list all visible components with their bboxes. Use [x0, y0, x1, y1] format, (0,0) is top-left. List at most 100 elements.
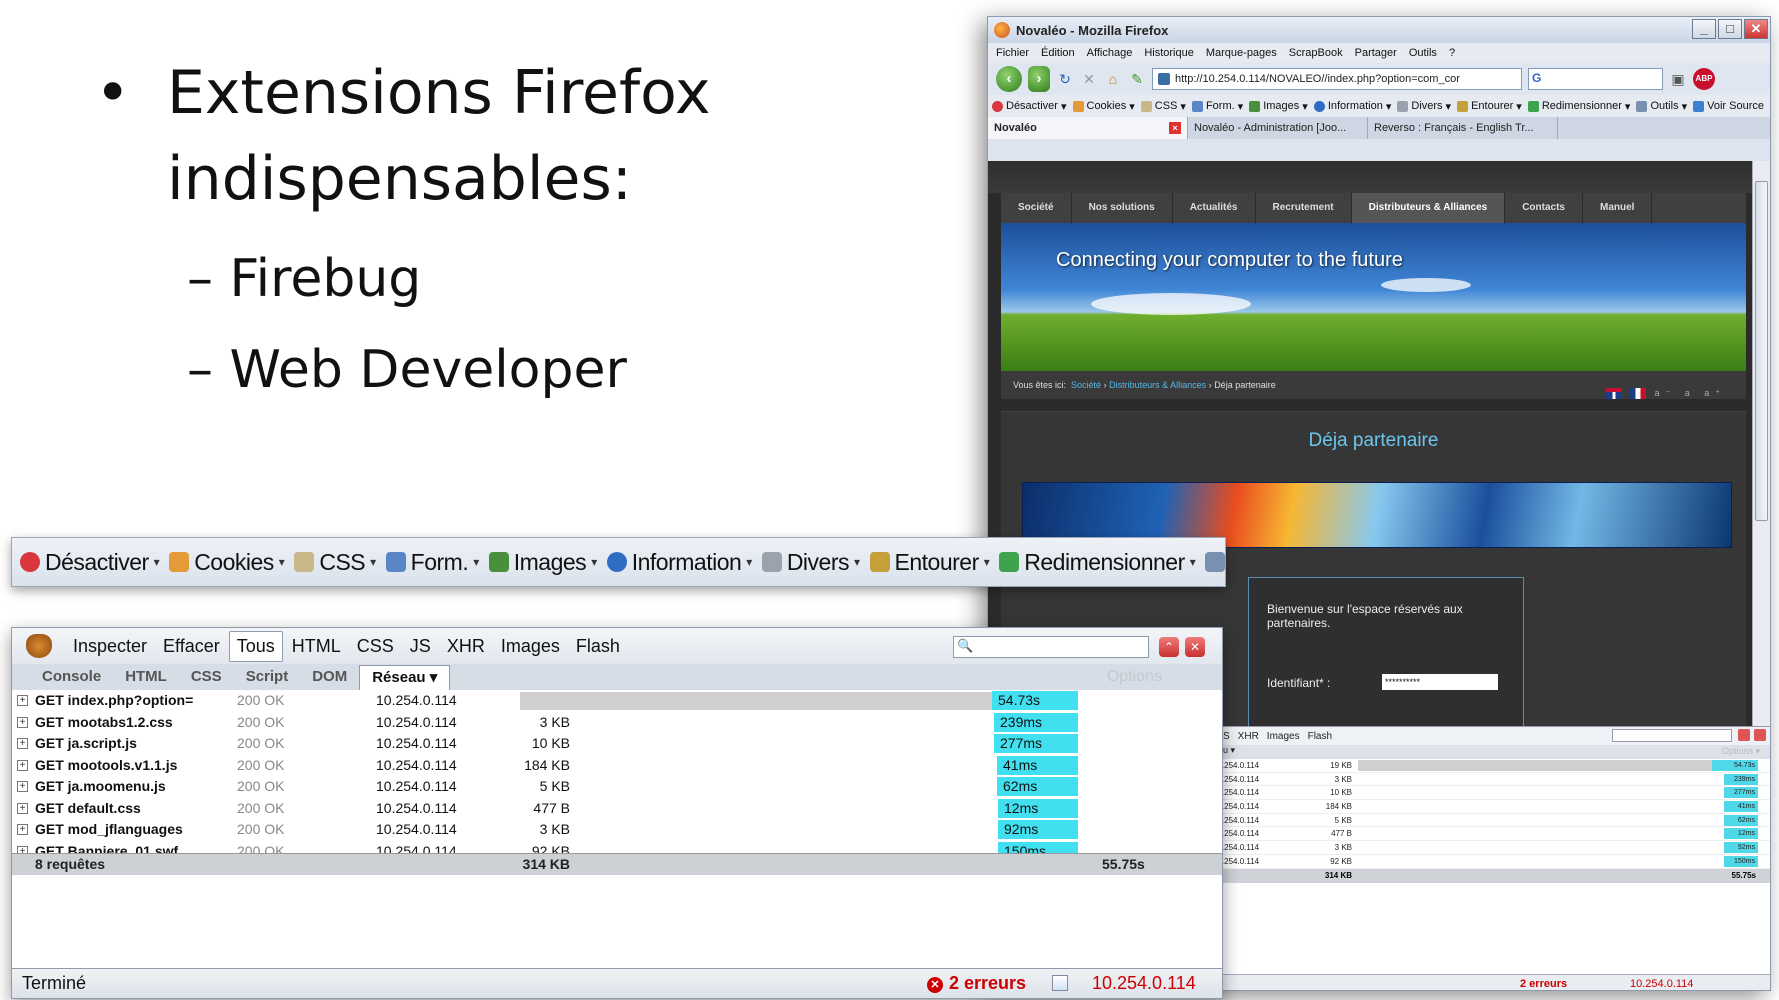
wdz-item-images[interactable]: Images ▾ — [488, 549, 597, 576]
wd-outline[interactable]: Entourer ▾ — [1457, 100, 1522, 113]
search-bar[interactable]: G — [1528, 68, 1663, 90]
expand-icon[interactable]: + — [17, 759, 28, 771]
leaf-icon[interactable]: ✎ — [1128, 70, 1146, 88]
wd-css[interactable]: CSS ▾ — [1140, 100, 1186, 113]
identifier-input[interactable]: ********** — [1382, 674, 1498, 690]
forward-button[interactable]: › — [1028, 66, 1050, 92]
network-row[interactable]: 10.254.0.114 3 KB 92ms — [1210, 841, 1770, 855]
clear-button[interactable]: Effacer — [156, 632, 227, 661]
filter-images[interactable]: Images — [1267, 731, 1300, 742]
wdz-item-resize[interactable]: Redimensionner ▾ — [999, 549, 1196, 576]
menu-fichier[interactable]: Fichier — [996, 47, 1029, 59]
nav-recrutement[interactable]: Recrutement — [1256, 193, 1352, 223]
tab-css[interactable]: CSS — [179, 664, 234, 690]
network-row[interactable]: 10.254.0.114 3 KB 239ms — [1210, 773, 1770, 787]
firebug-small-minimize-icon[interactable] — [1738, 729, 1750, 741]
filter-images[interactable]: Images — [494, 632, 567, 661]
network-row[interactable]: + GET mootools.v1.1.js 200 OK 10.254.0.114 1… — [12, 755, 1222, 777]
breadcrumb-distributeurs[interactable]: Distributeurs & Alliances — [1109, 380, 1206, 390]
reload-icon[interactable]: ↻ — [1056, 70, 1074, 88]
network-row[interactable]: 10.254.0.114 5 KB 62ms — [1210, 814, 1770, 828]
font-size-controls[interactable]: a⁻ a a⁺ — [1654, 379, 1726, 407]
wdz-item-disable[interactable]: Désactiver ▾ — [20, 549, 160, 576]
adblock-icon[interactable]: ABP — [1693, 68, 1715, 90]
nav-manuel[interactable]: Manuel — [1583, 193, 1653, 223]
wd-disable[interactable]: Désactiver ▾ — [992, 100, 1067, 113]
firebug-search-input[interactable] — [953, 636, 1149, 658]
network-row[interactable]: + GET default.css 200 OK 10.254.0.114 477 B 1… — [12, 798, 1222, 820]
firebug-icon[interactable] — [26, 634, 52, 658]
filter-css[interactable]: CSS — [350, 632, 401, 661]
wdz-item-misc[interactable]: Divers ▾ — [761, 549, 860, 576]
screen-icon[interactable]: ▣ — [1669, 70, 1687, 88]
home-icon[interactable]: ⌂ — [1104, 70, 1122, 88]
filter-flash[interactable]: Flash — [569, 632, 627, 661]
url-bar[interactable]: http://10.254.0.114/NOVALEO//index.php?o… — [1152, 68, 1522, 90]
scrollbar-thumb[interactable] — [1755, 181, 1768, 521]
tab-network[interactable]: Réseau ▾ — [359, 664, 451, 690]
breadcrumb-societe[interactable]: Société — [1071, 380, 1101, 390]
wd-resize[interactable]: Redimensionner ▾ — [1527, 100, 1630, 113]
wdz-item-css[interactable]: CSS ▾ — [294, 549, 376, 576]
english-flag-icon[interactable] — [1606, 387, 1623, 399]
wdz-item-outline[interactable]: Entourer ▾ — [869, 549, 990, 576]
network-row[interactable]: + GET mod_jflanguages 200 OK 10.254.0.114 3 … — [12, 819, 1222, 841]
expand-icon[interactable]: + — [17, 738, 28, 749]
tab-html[interactable]: HTML — [113, 664, 179, 690]
wd-information[interactable]: Information ▾ — [1313, 100, 1391, 113]
filter-xhr[interactable]: XHR — [440, 632, 492, 661]
close-button[interactable]: ✕ — [1744, 19, 1768, 39]
menu-help[interactable]: ? — [1449, 47, 1455, 59]
expand-icon[interactable]: + — [17, 802, 28, 814]
filter-xhr[interactable]: XHR — [1238, 731, 1259, 742]
nav-societe[interactable]: Société — [1001, 193, 1072, 223]
network-row[interactable]: 10.254.0.114 184 KB 41ms — [1210, 800, 1770, 814]
network-row[interactable]: + GET mootabs1.2.css 200 OK 10.254.0.114 3 K… — [12, 712, 1222, 734]
tab-novaleo-admin[interactable]: Novaléo - Administration [Joo... — [1188, 117, 1368, 139]
page-scrollbar[interactable] — [1752, 161, 1770, 736]
network-row[interactable]: 10.254.0.114 10 KB 277ms — [1210, 786, 1770, 801]
wd-tools[interactable]: Outils ▾ — [1636, 100, 1687, 113]
tab-dom[interactable]: DOM — [300, 664, 359, 690]
back-button[interactable]: ‹ — [996, 66, 1022, 92]
tab-console[interactable]: Console — [30, 664, 113, 690]
filter-html[interactable]: HTML — [285, 632, 348, 661]
firebug-minimize-icon[interactable]: ⌃ — [1159, 637, 1179, 657]
network-icon[interactable] — [1052, 975, 1068, 991]
menu-outils[interactable]: Outils — [1409, 47, 1437, 59]
nav-solutions[interactable]: Nos solutions — [1072, 193, 1173, 223]
expand-icon[interactable]: + — [17, 716, 28, 728]
menu-scrapbook[interactable]: ScrapBook — [1289, 47, 1343, 59]
wdz-item-form[interactable]: Form. ▾ — [385, 549, 479, 576]
filter-all[interactable]: Tous — [228, 630, 283, 662]
filter-flash[interactable]: Flash — [1308, 731, 1332, 742]
inspect-button[interactable]: Inspecter — [66, 632, 154, 661]
tab-close-icon[interactable]: × — [1169, 122, 1181, 134]
firebug-close-icon[interactable]: ✕ — [1185, 637, 1205, 657]
maximize-button[interactable]: □ — [1718, 19, 1742, 39]
tab-reverso[interactable]: Reverso : Français - English Tr... — [1368, 117, 1558, 139]
firebug-small-close-icon[interactable] — [1754, 729, 1766, 741]
network-row[interactable]: 10.254.0.114 477 B 12ms — [1210, 827, 1770, 842]
menu-partager[interactable]: Partager — [1355, 47, 1397, 59]
minimize-button[interactable]: _ — [1692, 19, 1716, 39]
nav-actualites[interactable]: Actualités — [1173, 193, 1256, 223]
network-row[interactable]: 10.254.0.114 92 KB 150ms — [1210, 855, 1770, 869]
wd-view-source[interactable]: Voir Source — [1693, 100, 1764, 112]
options-menu[interactable]: Options ▾ — [1722, 746, 1760, 757]
expand-icon[interactable]: + — [17, 781, 28, 792]
menu-historique[interactable]: Historique — [1144, 47, 1194, 59]
network-row[interactable]: 10.254.0.114 19 KB 54.73s — [1210, 759, 1770, 773]
tab-script[interactable]: Script — [234, 664, 301, 690]
french-flag-icon[interactable] — [1630, 387, 1647, 399]
wd-form[interactable]: Form. ▾ — [1191, 100, 1243, 113]
wdz-item-information[interactable]: Information ▾ — [606, 549, 752, 576]
network-row[interactable]: + GET index.php?option= 200 OK 10.254.0.114… — [12, 690, 1222, 712]
network-row[interactable]: + GET ja.script.js 200 OK 10.254.0.114 10 KB… — [12, 733, 1222, 755]
error-count[interactable]: 2 erreurs — [1520, 978, 1567, 990]
network-row[interactable]: + GET ja.moomenu.js 200 OK 10.254.0.114 5 KB… — [12, 776, 1222, 798]
menu-affichage[interactable]: Affichage — [1087, 47, 1133, 59]
nav-contacts[interactable]: Contacts — [1505, 193, 1583, 223]
error-count[interactable]: ✕ 2 erreurs — [927, 973, 1026, 994]
wdz-item-cookies[interactable]: Cookies ▾ — [169, 549, 285, 576]
